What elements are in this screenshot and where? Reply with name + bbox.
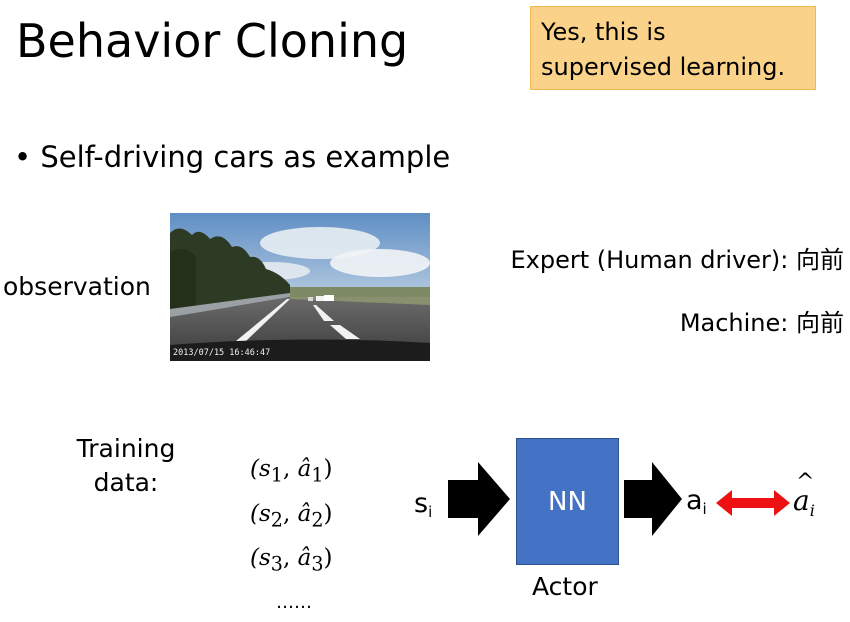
training-ellipsis: …… [276,591,312,613]
expert-action-text: Expert (Human driver): 向前 [510,246,844,274]
observation-label: observation [3,272,151,301]
training-pair-1: (s1, â1) [250,456,333,487]
machine-action-text: Machine: 向前 [679,309,844,337]
callout-note: Yes, this is supervised learning. [530,6,816,90]
bullet-item: • Self-driving cars as example [14,140,451,174]
note-line-1: Yes, this is [541,18,666,46]
bullet-text: Self-driving cars as example [40,140,451,174]
training-data-label: Training data: [72,432,180,500]
training-line-2: data: [93,467,159,497]
photo-timestamp: 2013/07/15 16:46:47 [173,348,271,358]
training-pairs-list: (s1, â1) (s2, â2) (s3, â3) …… [250,450,350,622]
note-line-2: supervised learning. [541,52,786,81]
nn-label: NN [548,486,587,517]
slide-title: Behavior Cloning [16,14,409,68]
expert-action-label: ai [793,484,815,520]
actor-label: Actor [532,572,598,601]
compare-double-arrow-icon [716,490,790,516]
output-arrow-icon [624,462,682,536]
state-input-label: si [414,488,433,521]
training-pair-3: (s3, â3) [250,545,333,576]
action-output-label: ai [686,485,707,518]
training-line-1: Training [76,434,176,463]
input-arrow-icon [448,462,510,536]
dashcam-photo: 2013/07/15 16:46:47 [170,213,430,361]
road-scene-image [170,213,430,361]
training-pair-2: (s2, â2) [250,500,333,532]
neural-network-box: NN [516,438,619,565]
